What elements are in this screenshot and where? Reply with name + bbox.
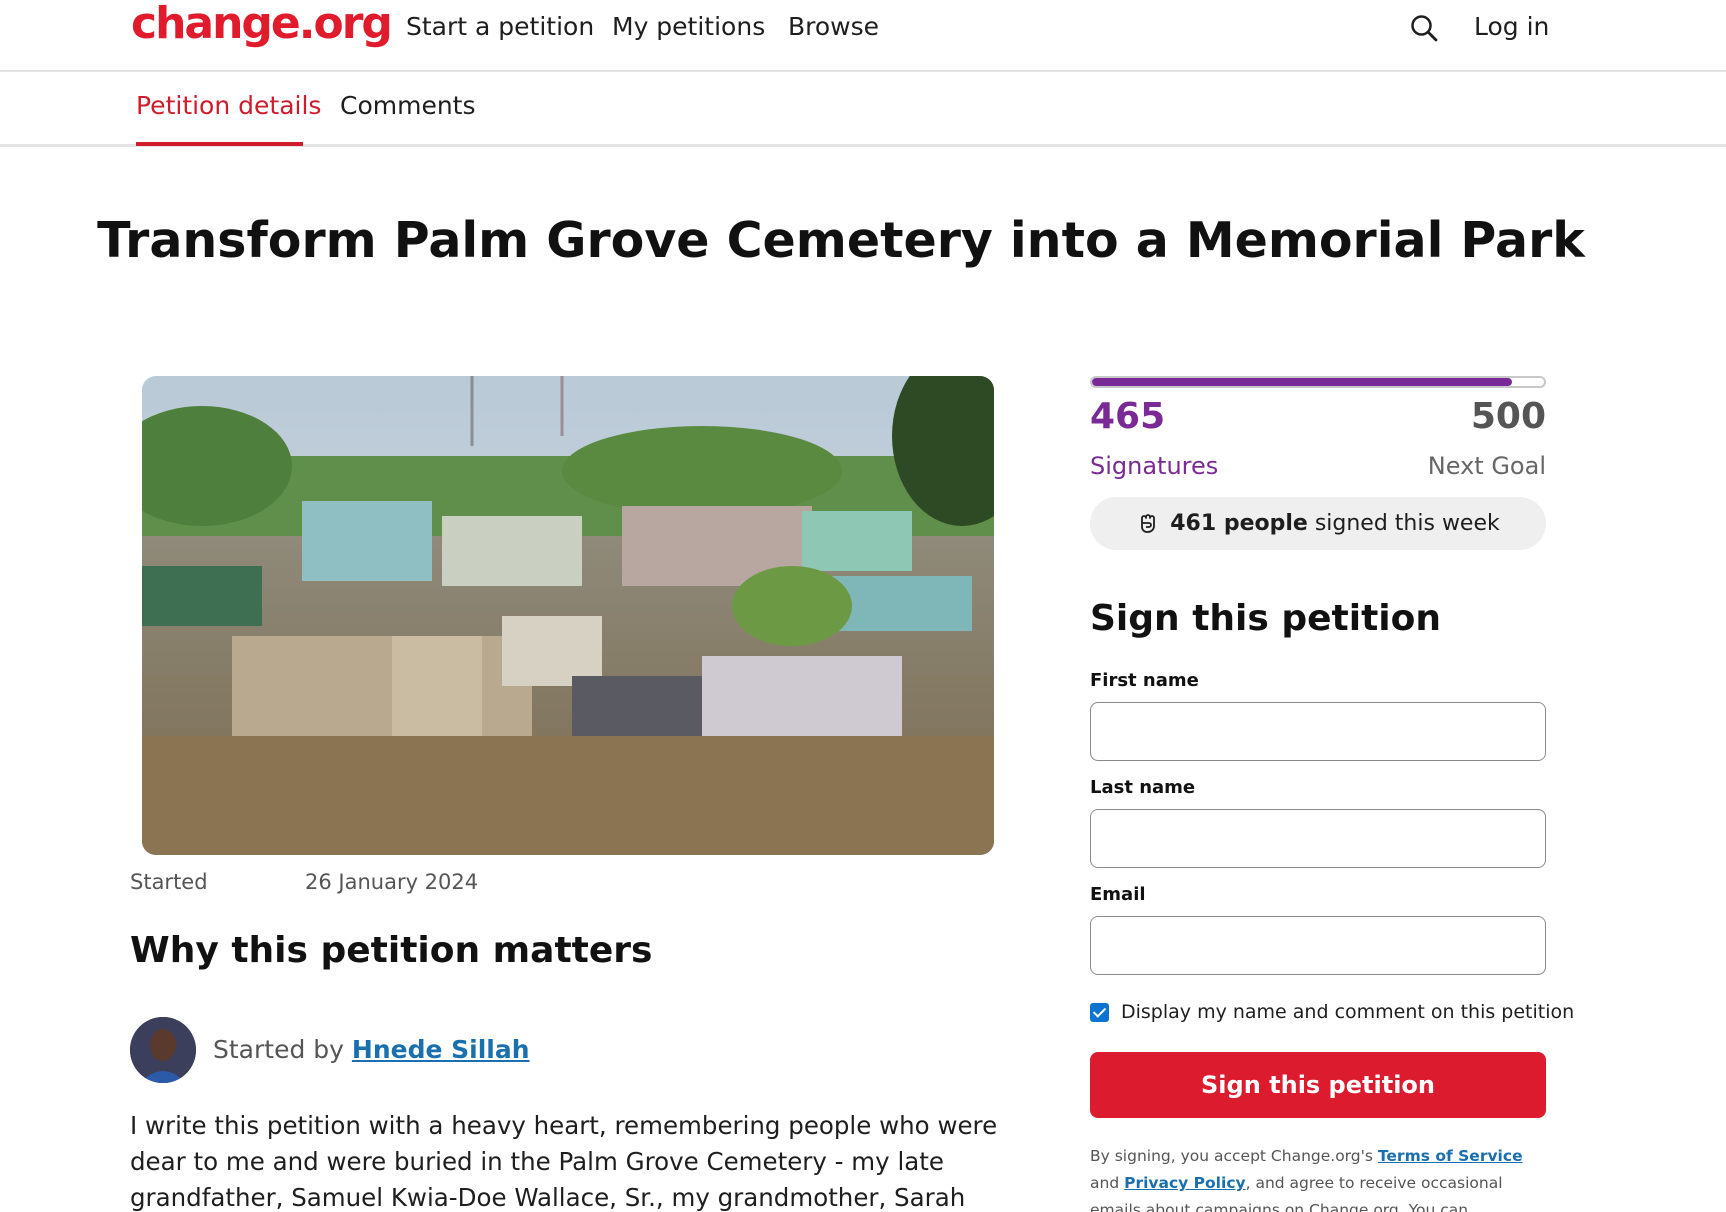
terms-of-service-link[interactable]: Terms of Service [1378,1147,1523,1165]
petition-tabs: Petition details Comments [0,72,1726,147]
last-name-label: Last name [1090,777,1196,798]
top-navigation: change.org Start a petition My petitions… [0,0,1726,72]
legal-prefix: By signing, you accept Change.org's [1090,1147,1373,1165]
legal-and: and [1090,1174,1120,1192]
started-date: 26 January 2024 [305,870,479,894]
author-avatar[interactable] [130,1017,196,1083]
signatures-label: Signatures [1090,452,1219,480]
sign-petition-button[interactable]: Sign this petition [1090,1052,1546,1118]
sign-heading: Sign this petition [1090,598,1441,639]
started-label: Started [130,870,208,894]
email-label: Email [1090,884,1146,905]
petition-body: I write this petition with a heavy heart… [130,1111,998,1212]
display-name-label[interactable]: Display my name and comment on this peti… [1121,1001,1574,1023]
tab-comments[interactable]: Comments [340,91,476,120]
login-link[interactable]: Log in [1474,12,1549,41]
nav-my-petitions[interactable]: My petitions [612,12,765,41]
fist-icon [1141,513,1156,533]
started-by-prefix: Started by [213,1035,344,1064]
weekly-signatures-text: 461 people signed this week [1170,511,1500,536]
signature-progress-bar [1090,376,1546,388]
author-photo [130,1017,196,1083]
started-by: Started by Hnede Sillah [213,1035,530,1064]
petition-image [142,376,994,855]
tab-petition-details[interactable]: Petition details [136,91,321,120]
goal-count: 500 [1470,396,1546,437]
display-name-checkbox[interactable] [1090,1003,1109,1022]
petition-title: Transform Palm Grove Cemetery into a Mem… [97,212,1585,269]
signature-progress-fill [1092,378,1513,386]
weekly-count: 461 people [1170,511,1308,536]
why-heading: Why this petition matters [130,930,653,971]
change-org-logo[interactable]: change.org [131,0,393,49]
nav-browse[interactable]: Browse [788,12,879,41]
active-tab-indicator [136,142,303,146]
next-goal-label: Next Goal [1427,452,1546,480]
signature-count: 465 [1090,396,1166,437]
legal-text: By signing, you accept Change.org's Term… [1090,1143,1546,1212]
last-name-input[interactable] [1090,809,1546,868]
nav-start-petition[interactable]: Start a petition [406,12,594,41]
first-name-input[interactable] [1090,702,1546,761]
privacy-policy-link[interactable]: Privacy Policy [1124,1174,1246,1192]
email-input[interactable] [1090,916,1546,975]
first-name-label: First name [1090,670,1199,691]
cemetery-photo [142,376,994,855]
weekly-signatures-pill: 461 people signed this week [1090,497,1546,550]
author-link[interactable]: Hnede Sillah [352,1035,530,1064]
search-icon[interactable] [1409,13,1439,43]
weekly-suffix: signed this week [1314,511,1500,536]
